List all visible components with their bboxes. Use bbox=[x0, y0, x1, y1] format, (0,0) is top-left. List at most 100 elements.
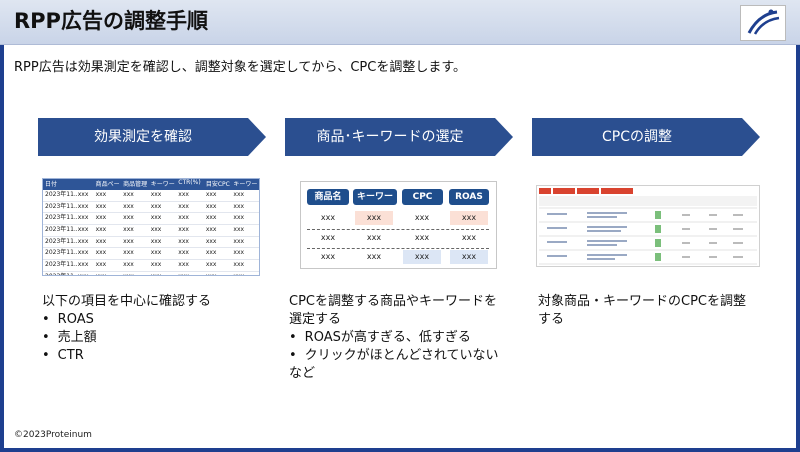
table-cell: xxx bbox=[123, 261, 134, 269]
subtitle: RPP広告は効果測定を確認し、調整対象を選定してから、CPCを調整します。 bbox=[14, 60, 467, 75]
table-cell: xxx bbox=[233, 226, 245, 234]
table-cell: 2023年11..xxx bbox=[45, 249, 89, 257]
table-cell: xxx bbox=[123, 202, 134, 210]
table-cell: xxx bbox=[233, 249, 245, 257]
table-cell: xxx bbox=[149, 272, 177, 275]
table-row: 2023年11..xxxxxxxxxxxxxxxxxxxxx bbox=[43, 225, 259, 237]
table-cell: 2023年11..xxx bbox=[43, 272, 94, 275]
step-description-3: 対象商品・キーワードのCPCを調整 する bbox=[538, 293, 746, 329]
table-cell: xxx bbox=[123, 237, 134, 245]
table-row: 2023年11..xxxxxxxxxxxxxxxxxxxxx bbox=[43, 213, 259, 226]
column-header: ROAS bbox=[449, 189, 489, 205]
table-cell: 2023年11..xxx bbox=[45, 261, 89, 269]
table-cell: xxx bbox=[95, 237, 107, 245]
table-row: 2023年11..xxxxxxxxxxxxxxxxxxxxx bbox=[43, 202, 259, 214]
table-cell: xxx bbox=[178, 191, 189, 198]
table-cell: xxx bbox=[94, 272, 122, 275]
list-item: CTR bbox=[42, 347, 211, 365]
step-label-2: 商品･キーワードの選定 bbox=[316, 129, 464, 145]
table-cell: xxx bbox=[95, 226, 107, 234]
table-cell: xxx bbox=[461, 233, 477, 242]
desc-line: する bbox=[538, 312, 565, 327]
bullet-list: ROASが高すぎる、低すぎる クリックがほとんどされていない bbox=[289, 329, 499, 365]
step-chevron-1: 効果測定を確認 bbox=[38, 118, 266, 156]
table-cell: xxx bbox=[150, 202, 162, 210]
table-cell: xxx bbox=[178, 261, 189, 269]
list-item: ROAS bbox=[42, 311, 211, 329]
table-cell: xxx bbox=[123, 191, 134, 198]
table-cell: 2023年11..xxx bbox=[45, 214, 89, 222]
column-header: 日付 bbox=[45, 181, 58, 188]
desc-tail: など bbox=[289, 366, 316, 381]
column-header: 商品名 bbox=[307, 189, 349, 205]
table-cell: 2023年11..xxx bbox=[45, 226, 89, 234]
table-row: 2023年11..xxx xxx xxx xxx xxx xxx xxx bbox=[43, 248, 259, 261]
table-row: 2023年11..xxxxxxxxxxxxxxxxxxxxx bbox=[43, 190, 259, 202]
table-cell: xxx bbox=[233, 191, 245, 198]
column-header: CPC bbox=[402, 189, 443, 205]
table-cell: xxx bbox=[205, 214, 217, 222]
step-description-1: 以下の項目を中心に確認する ROAS 売上額 CTR bbox=[42, 293, 211, 365]
table-row: 2023年11..xxxxxxxxxxxxxxxxxxxxx bbox=[43, 260, 259, 272]
table-cell: xxx bbox=[95, 249, 107, 257]
table-cell: xxx bbox=[178, 249, 189, 257]
table-cell: xxx bbox=[95, 214, 107, 222]
title-bar: RPP広告の調整手順 bbox=[0, 0, 800, 45]
cpc-management-screenshot bbox=[536, 185, 760, 267]
copyright-footer: ©2023Proteinum bbox=[14, 430, 92, 440]
table-cell: xxx bbox=[205, 191, 217, 198]
table-row: 2023年11..xxxxxxxxxxxxxxxxxxxxx bbox=[43, 237, 259, 249]
table-cell: xxx bbox=[233, 202, 245, 210]
table-cell: xxx bbox=[205, 237, 217, 245]
table-cell: xxx bbox=[450, 211, 488, 225]
step-description-2: CPCを調整する商品やキーワードを 選定する ROASが高すぎる、低すぎる クリ… bbox=[289, 293, 499, 383]
table-cell: xxx bbox=[414, 233, 430, 242]
step-label-3: CPCの調整 bbox=[602, 129, 672, 145]
table-cell: 2023年11..xxx bbox=[45, 191, 89, 198]
table-cell: xxx bbox=[123, 226, 134, 234]
table-cell: xxx bbox=[366, 233, 382, 242]
column-header: CTR(%) bbox=[178, 179, 201, 186]
table-cell: xxx bbox=[150, 226, 162, 234]
bullet-list: ROAS 売上額 CTR bbox=[42, 311, 211, 365]
list-item: クリックがほとんどされていない bbox=[289, 347, 499, 365]
desc-lead: 選定する bbox=[289, 312, 342, 327]
row-divider bbox=[307, 248, 489, 249]
page-title: RPP広告の調整手順 bbox=[14, 9, 208, 33]
table-cell: xxx bbox=[450, 250, 488, 264]
table-cell: 2023年11..xxx bbox=[45, 202, 89, 210]
slide: RPP広告の調整手順 RPP広告は効果測定を確認し、調整対象を選定してから、CP… bbox=[0, 0, 800, 452]
selection-table-image: 商品名 キーワード CPC ROAS xxx xxx xxx xxx xxx x… bbox=[300, 181, 497, 269]
table-cell: xxx bbox=[150, 191, 162, 198]
table-cell: xxx bbox=[320, 233, 336, 242]
table-cell: xxx bbox=[205, 226, 217, 234]
report-table-header: 日付 商品ペー 商品管理 キーワー CTR(%) 目安CPC キーワード bbox=[43, 179, 259, 190]
table-row: 2023年11..xxxxxxxxxxxxxxxxxxxxx bbox=[43, 272, 259, 275]
table-cell: xxx bbox=[355, 211, 393, 225]
table-cell: xxx bbox=[150, 249, 162, 257]
table-cell: xxx bbox=[178, 202, 189, 210]
table-cell: xxx bbox=[95, 202, 107, 210]
list-item: ROASが高すぎる、低すぎる bbox=[289, 329, 499, 347]
table-cell: xxx bbox=[233, 237, 245, 245]
desc-lead: CPCを調整する商品やキーワードを bbox=[289, 294, 497, 309]
desc-lead: 以下の項目を中心に確認する bbox=[42, 294, 212, 309]
table-cell: xxx bbox=[121, 272, 149, 275]
table-cell: xxx bbox=[123, 249, 134, 257]
table-cell: xxx bbox=[123, 214, 134, 222]
table-cell: xxx bbox=[205, 261, 217, 269]
table-cell: xxx bbox=[178, 214, 189, 222]
table-cell: xxx bbox=[414, 213, 430, 222]
table-cell: xxx bbox=[178, 237, 189, 245]
table-cell: xxx bbox=[150, 214, 162, 222]
step-label-1: 効果測定を確認 bbox=[94, 129, 192, 145]
column-header: キーワー bbox=[150, 181, 175, 188]
table-cell: xxx bbox=[205, 249, 217, 257]
table-cell: xxx bbox=[150, 261, 162, 269]
step-chevron-3: CPCの調整 bbox=[532, 118, 760, 156]
table-cell: xxx bbox=[320, 252, 336, 261]
row-divider bbox=[307, 229, 489, 230]
table-cell: xxx bbox=[366, 252, 382, 261]
table-cell: xxx bbox=[320, 213, 336, 222]
column-header: キーワード bbox=[353, 189, 397, 218]
